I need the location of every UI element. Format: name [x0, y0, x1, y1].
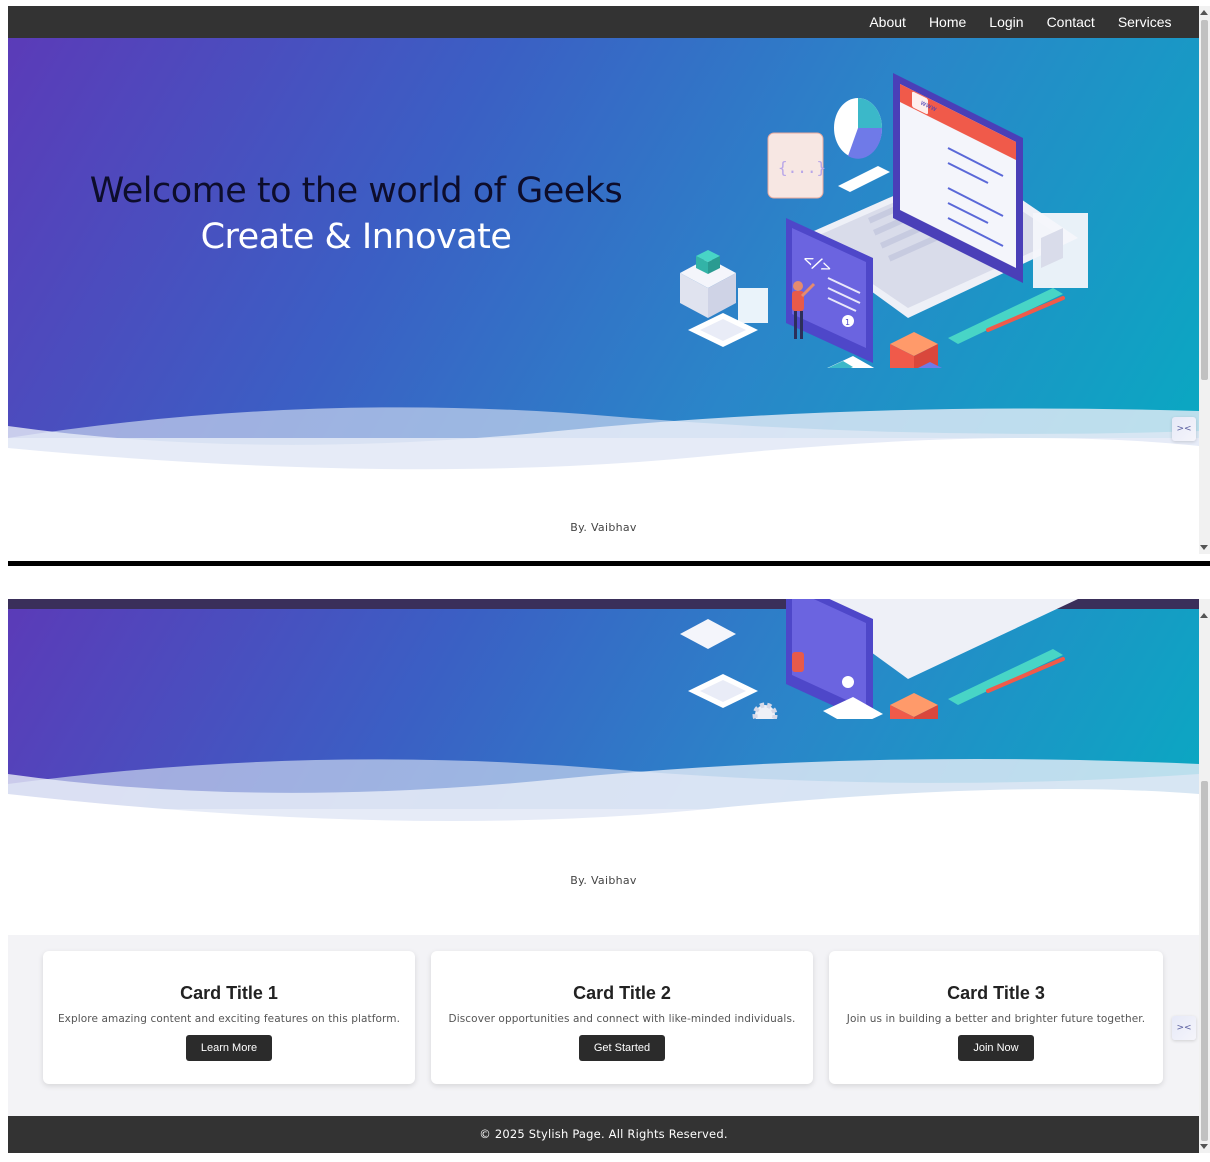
footer: © 2025 Stylish Page. All Rights Reserved… [8, 1116, 1199, 1153]
bottom-viewport: By. Vaibhav Card Title 1 Explore amazing… [8, 599, 1199, 1153]
card-text: Discover opportunities and connect with … [448, 1013, 796, 1025]
navbar: About Home Login Contact Services [8, 6, 1199, 38]
screenshot-divider [8, 561, 1210, 566]
hero-section: Welcome to the world of Geeks Create & I… [8, 38, 1199, 438]
bottom-scrollbar[interactable] [1199, 599, 1210, 1153]
scroll-up-arrow-icon[interactable] [1200, 10, 1208, 15]
nav-link-services[interactable]: Services [1106, 14, 1183, 30]
nav-link-contact[interactable]: Contact [1035, 14, 1106, 30]
byline-text: By. Vaibhav [570, 521, 637, 534]
scroll-down-arrow-icon[interactable] [1200, 545, 1208, 550]
top-scrollbar[interactable] [1199, 6, 1210, 554]
nav-links: About Home Login Contact Services [858, 6, 1183, 38]
learn-more-button[interactable]: Learn More [185, 1035, 273, 1061]
card-text: Join us in building a better and brighte… [846, 1013, 1146, 1025]
hero-wave-scrolled [8, 759, 1199, 829]
hero-title: Welcome to the world of Geeks [89, 171, 623, 211]
get-started-button[interactable]: Get Started [578, 1035, 666, 1061]
card-3: Card Title 3 Join us in building a bette… [829, 951, 1163, 1084]
top-viewport: Welcome to the world of Geeks Create & I… [8, 6, 1199, 554]
hero-text: Welcome to the world of Geeks Create & I… [82, 168, 630, 260]
scroll-up-arrow-icon-bottom[interactable] [1200, 613, 1208, 618]
card-title: Card Title 2 [573, 983, 671, 1003]
card-title: Card Title 3 [947, 983, 1045, 1003]
person-figure [793, 281, 803, 291]
hero-illustration: www {...} </> 1 [680, 73, 1088, 368]
step-number: 1 [845, 318, 850, 327]
card-2: Card Title 2 Discover opportunities and … [431, 951, 813, 1084]
nav-link-home[interactable]: Home [917, 14, 977, 30]
hero-subtitle: Create & Innovate [200, 217, 512, 257]
cards-section: Card Title 1 Explore amazing content and… [8, 935, 1199, 1116]
floating-widget-icon-scrolled[interactable]: >< [1172, 1016, 1196, 1040]
code-braces-glyph: {...} [778, 158, 826, 177]
hero-illustration-scrolled [680, 599, 1078, 719]
card-title: Card Title 1 [180, 983, 278, 1003]
byline-text-scrolled: By. Vaibhav [570, 874, 637, 887]
ruler [948, 288, 1063, 344]
card-1: Card Title 1 Explore amazing content and… [43, 951, 415, 1084]
nav-link-about[interactable]: About [858, 14, 918, 30]
top-scroll-thumb[interactable] [1201, 20, 1208, 380]
join-now-button[interactable]: Join Now [958, 1035, 1034, 1061]
hero-wave [8, 407, 1199, 476]
nav-link-login[interactable]: Login [978, 14, 1035, 30]
floating-widget-icon[interactable]: >< [1172, 417, 1196, 441]
card-text: Explore amazing content and exciting fea… [57, 1013, 401, 1025]
scroll-down-arrow-icon-bottom[interactable] [1200, 1144, 1208, 1149]
bottom-scroll-thumb[interactable] [1201, 781, 1208, 1141]
